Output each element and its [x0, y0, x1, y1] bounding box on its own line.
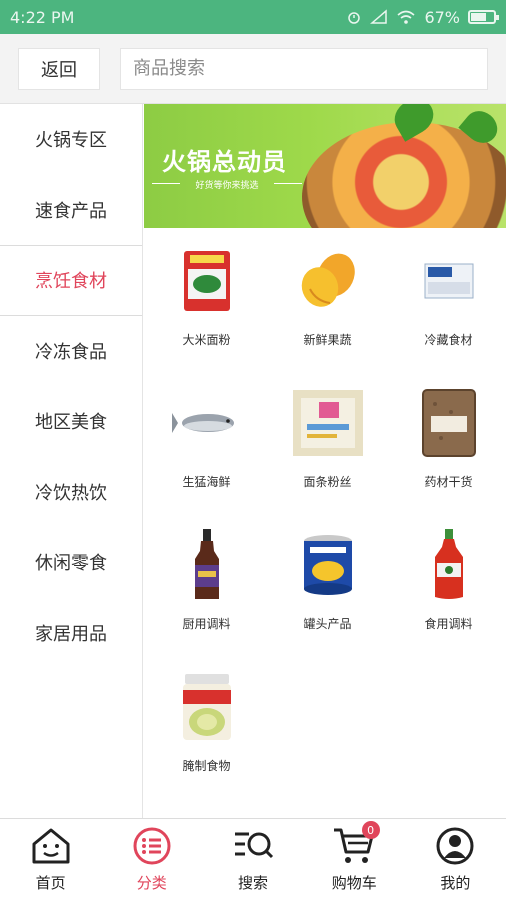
fish-icon [170, 386, 244, 459]
grain-bag-icon [412, 386, 486, 459]
status-time: 4:22 PM [10, 7, 75, 27]
hotpot-banner[interactable]: 火锅总动员 好货等你来挑选 [144, 104, 506, 228]
sidebar-item-instant-food[interactable]: 速食产品 [0, 175, 142, 246]
sidebar-item-home-goods[interactable]: 家居用品 [0, 598, 142, 669]
tofu-pack-icon [412, 244, 486, 317]
signal-icon [370, 9, 388, 24]
product-label: 大米面粉 [182, 333, 231, 347]
pickle-jar-icon [170, 670, 244, 743]
product-item[interactable]: 食用调料 [390, 528, 506, 632]
search-icon [235, 832, 274, 859]
status-bar: 4:22 PM 67% [0, 0, 506, 34]
product-item[interactable]: 腌制食物 [148, 670, 265, 774]
product-label: 冷藏食材 [424, 333, 473, 347]
battery-percent: 67% [424, 7, 460, 27]
sriracha-bottle-icon [412, 528, 486, 601]
category-sidebar: 火锅专区 速食产品 烹饪食材 冷冻食品 地区美食 冷饮热饮 休闲零食 家居用品 [0, 104, 143, 818]
product-label: 生猛海鲜 [182, 475, 231, 489]
category-content: 火锅总动员 好货等你来挑选 大米面粉 新鲜果蔬 冷藏食材 生猛海鲜 面条粉丝 药… [144, 104, 506, 818]
product-item[interactable]: 药材干货 [390, 386, 506, 490]
product-label: 面条粉丝 [303, 475, 352, 489]
sidebar-item-drinks[interactable]: 冷饮热饮 [0, 457, 142, 528]
product-label: 药材干货 [424, 475, 473, 489]
tab-label: 购物车 [331, 874, 377, 892]
category-icon [133, 827, 171, 865]
tab-cart[interactable]: 0 购物车 [304, 819, 405, 900]
sidebar-item-regional-food[interactable]: 地区美食 [0, 386, 142, 457]
product-label: 腌制食物 [182, 759, 231, 773]
top-bar: 返回 [0, 34, 506, 104]
product-item[interactable]: 面条粉丝 [269, 386, 386, 490]
sidebar-item-snacks[interactable]: 休闲零食 [0, 527, 142, 598]
product-item[interactable]: 罐头产品 [269, 528, 386, 632]
noodle-pack-icon [291, 386, 365, 459]
tab-label: 分类 [136, 874, 167, 892]
product-item[interactable]: 大米面粉 [148, 244, 265, 348]
product-grid: 大米面粉 新鲜果蔬 冷藏食材 生猛海鲜 面条粉丝 药材干货 厨用调料 罐头产品 … [144, 244, 506, 774]
home-icon [32, 828, 70, 864]
banner-title: 火锅总动员 [162, 148, 287, 176]
status-icons: 67% [346, 7, 499, 27]
wifi-icon [397, 10, 415, 24]
cart-badge: 0 [361, 821, 380, 839]
tab-label: 我的 [440, 874, 471, 892]
can-icon [291, 528, 365, 601]
sidebar-item-cooking-ingredients[interactable]: 烹饪食材 [0, 245, 142, 316]
product-label: 新鲜果蔬 [303, 333, 352, 347]
tab-label: 首页 [35, 874, 66, 892]
product-label: 厨用调料 [182, 617, 231, 631]
product-item[interactable]: 厨用调料 [148, 528, 265, 632]
battery-icon [468, 10, 499, 24]
product-label: 罐头产品 [303, 617, 352, 631]
bottom-tab-bar: 首页 分类 搜索 0 购物车 我的 [0, 818, 506, 900]
product-item[interactable]: 新鲜果蔬 [269, 244, 386, 348]
alarm-icon [348, 12, 361, 24]
sidebar-item-frozen-food[interactable]: 冷冻食品 [0, 316, 142, 387]
profile-icon [436, 827, 474, 865]
tab-category[interactable]: 分类 [101, 819, 202, 900]
search-box[interactable] [120, 47, 488, 90]
product-item[interactable]: 冷藏食材 [390, 244, 506, 348]
product-item[interactable]: 生猛海鲜 [148, 386, 265, 490]
tab-profile[interactable]: 我的 [405, 819, 506, 900]
back-button[interactable]: 返回 [18, 47, 100, 90]
search-input[interactable] [133, 58, 475, 79]
battery-fill [471, 13, 486, 21]
mango-icon [291, 244, 365, 317]
product-label: 食用调料 [424, 617, 473, 631]
sauce-bottle-icon [170, 528, 244, 601]
tab-label: 搜索 [238, 874, 269, 892]
tab-home[interactable]: 首页 [0, 819, 101, 900]
flour-bag-icon [170, 244, 244, 317]
banner-subtitle: 好货等你来挑选 [152, 178, 302, 191]
sidebar-item-hotpot[interactable]: 火锅专区 [0, 104, 142, 175]
tab-search[interactable]: 搜索 [202, 819, 303, 900]
